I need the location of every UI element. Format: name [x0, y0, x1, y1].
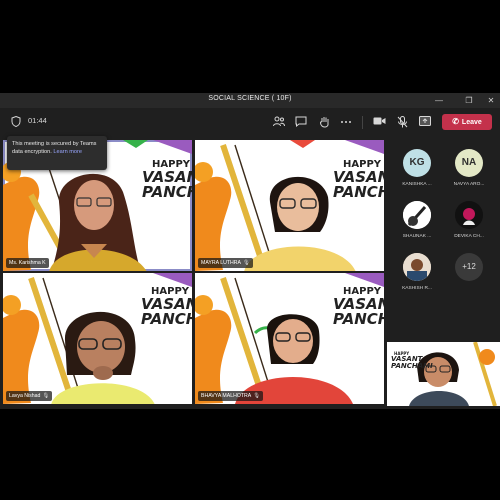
- meeting-toolbar: 01:44 ✆ Leave: [0, 108, 500, 136]
- avatar: [403, 201, 431, 229]
- participant-video: [235, 314, 353, 404]
- more-count: +12: [455, 253, 483, 281]
- leave-label: Leave: [461, 119, 482, 126]
- participant-avatar-item[interactable]: SHAUNAK ...: [397, 201, 437, 239]
- raise-hand-icon[interactable]: [318, 116, 330, 128]
- avatar: KG: [403, 149, 431, 177]
- mic-off-icon: 🎙: [253, 393, 260, 399]
- title-bar: SOCIAL SCIENCE ( 10F) — ❐ ✕: [0, 93, 500, 108]
- participant-video: [244, 176, 356, 271]
- video-tile[interactable]: HAPPY VASANT PANCHA BHAVYA MALHOTRA🎙: [195, 273, 384, 404]
- camera-icon[interactable]: [373, 116, 386, 128]
- meeting-title: SOCIAL SCIENCE ( 10F): [208, 95, 292, 102]
- minimize-button[interactable]: —: [432, 94, 446, 107]
- participant-name-tag: Ms. Karishma K: [6, 258, 49, 268]
- leave-button[interactable]: ✆ Leave: [442, 114, 492, 130]
- video-tile[interactable]: HAPPY VASANT PANCHA Lavya Nishad🎙: [3, 273, 192, 404]
- participant-avatar-item[interactable]: KASHISH R...: [397, 253, 437, 291]
- share-icon[interactable]: [419, 116, 431, 128]
- participant-name-tag: Lavya Nishad 🎙: [6, 391, 53, 401]
- encryption-tooltip: This meeting is secured by Teams data en…: [7, 136, 107, 170]
- meeting-timer: 01:44: [28, 116, 47, 125]
- participant-avatar-item[interactable]: DEVIKA CH...: [449, 201, 489, 239]
- participant-avatar-item[interactable]: NA NAVYA ARO...: [449, 149, 489, 187]
- close-button[interactable]: ✕: [484, 94, 498, 107]
- participant-name-tag: MAYRA LUTHRA 🎙: [198, 258, 253, 268]
- participants-panel: KG KANISHKA ... NA NAVYA ARO... SHAUNAK …: [387, 139, 500, 409]
- teams-meeting-screen: SOCIAL SCIENCE ( 10F) — ❐ ✕ 01:44 ✆ Leav…: [0, 0, 500, 500]
- chat-icon[interactable]: [295, 116, 307, 128]
- mic-off-icon: 🎙: [42, 393, 50, 399]
- mic-off-icon[interactable]: [396, 116, 408, 128]
- participant-avatar-item[interactable]: KG KANISHKA ...: [397, 149, 437, 187]
- more-participants-button[interactable]: +12: [449, 253, 489, 281]
- more-icon[interactable]: [340, 116, 352, 128]
- mic-off-icon: 🎙: [242, 260, 250, 266]
- avatar: [455, 201, 483, 229]
- participant-name-tag: BHAVYA MALHOTRA 🎙: [198, 391, 263, 401]
- learn-more-link[interactable]: Learn more: [53, 149, 82, 155]
- tile-banner: HAPPY VASANT PANCHAMI: [391, 351, 433, 370]
- avatar: NA: [455, 149, 483, 177]
- phone-icon: ✆: [452, 117, 459, 126]
- video-tile[interactable]: HAPPY VASANT PANCHA MAYRA LUTHRA🎙: [195, 140, 384, 271]
- shield-icon[interactable]: [10, 115, 22, 128]
- participant-video: [49, 174, 147, 271]
- participant-video: [51, 311, 155, 404]
- restore-button[interactable]: ❐: [462, 94, 476, 107]
- avatar: [403, 253, 431, 281]
- meeting-window: SOCIAL SCIENCE ( 10F) — ❐ ✕ 01:44 ✆ Leav…: [0, 93, 500, 409]
- people-icon[interactable]: [273, 116, 285, 128]
- toolbar-divider: [362, 116, 363, 129]
- self-video-tile[interactable]: HAPPY VASANT PANCHAMI: [387, 342, 500, 406]
